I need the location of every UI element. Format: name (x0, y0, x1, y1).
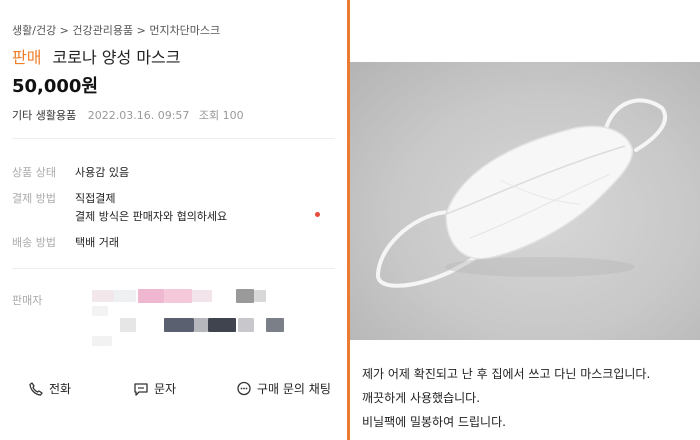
listing-panel: 생활/건강 > 건강관리용품 > 먼지차단마스크 판매 코로나 양성 마스크 5… (0, 0, 347, 440)
contact-actions: 전화 문자 구매 문의 채팅 (0, 380, 347, 408)
listing-title-row: 판매 코로나 양성 마스크 (12, 44, 180, 68)
post-panel: 제가 어제 확진되고 난 후 집에서 쓰고 다닌 마스크입니다. 깨끗하게 사용… (350, 0, 700, 440)
sale-status-label: 판매 (12, 48, 42, 67)
detail-label-condition: 상품 상태 (12, 166, 56, 179)
post-text-line: 깨끗하게 사용했습니다. (362, 391, 481, 405)
message-button-label: 문자 (154, 382, 177, 396)
listing-meta: 기타 생활용품 2022.03.16. 09:57 조회 100 (12, 107, 244, 123)
message-icon (134, 382, 148, 396)
mask-photo (350, 62, 700, 340)
divider-line (12, 138, 335, 139)
listing-price: 50,000원 (12, 76, 99, 97)
message-button[interactable]: 문자 (133, 380, 176, 397)
detail-label-shipping: 배송 방법 (12, 236, 56, 249)
chat-bubble-icon (237, 381, 251, 395)
detail-label-payment: 결제 방법 (12, 192, 56, 205)
detail-value-shipping: 택배 거래 (75, 236, 119, 249)
post-text-line: 제가 어제 확진되고 난 후 집에서 쓰고 다닌 마스크입니다. (362, 367, 651, 381)
listing-title: 코로나 양성 마스크 (52, 48, 181, 67)
detail-value-condition: 사용감 있음 (75, 166, 130, 179)
seller-label: 판매자 (12, 294, 43, 307)
post-text-line: 비닐팩에 밀봉하여 드립니다. (362, 415, 506, 429)
listing-views: 조회 100 (198, 109, 244, 122)
listing-category[interactable]: 기타 생활용품 (12, 109, 76, 122)
call-button[interactable]: 전화 (28, 380, 71, 397)
phone-icon (29, 381, 43, 396)
chat-button[interactable]: 구매 문의 채팅 (236, 380, 331, 397)
breadcrumb[interactable]: 생활/건강 > 건강관리용품 > 먼지차단마스크 (12, 22, 220, 38)
face-mask-image (376, 98, 667, 288)
detail-value-payment: 직접결제 (75, 192, 116, 205)
detail-value-payment-note: 결제 방식은 판매자와 협의하세요 (75, 210, 228, 223)
call-button-label: 전화 (49, 382, 72, 396)
listing-date: 2022.03.16. 09:57 (87, 109, 190, 122)
red-dot-icon (315, 212, 320, 217)
divider-line (12, 268, 335, 269)
chat-button-label: 구매 문의 채팅 (257, 382, 331, 396)
